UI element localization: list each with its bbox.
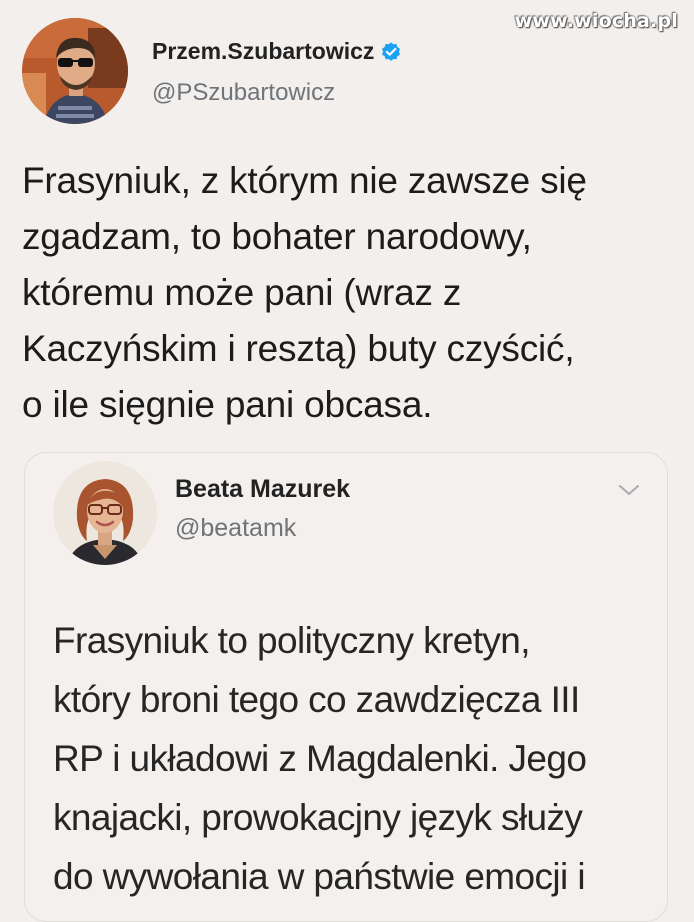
- quoted-tweet-body-text: Frasyniuk to polityczny kretyn, który br…: [53, 620, 587, 897]
- quoted-author-handle[interactable]: @beatamk: [175, 514, 350, 543]
- quoted-author-info: Beata Mazurek @beatamk: [175, 475, 350, 543]
- author-handle[interactable]: @PSzubartowicz: [152, 79, 402, 107]
- chevron-down-icon[interactable]: [617, 483, 641, 497]
- author-info: Przem.Szubartowicz @PSzubartowicz: [152, 38, 402, 107]
- tweet-body-text: Frasyniuk, z którym nie zawsze się zgadz…: [22, 160, 587, 425]
- quoted-author-avatar[interactable]: [53, 461, 157, 565]
- site-watermark: www.wiocha.pl: [514, 10, 678, 32]
- verified-badge-icon: [380, 41, 402, 63]
- avatar[interactable]: [22, 18, 128, 124]
- quoted-author-display-name[interactable]: Beata Mazurek: [175, 475, 350, 504]
- tweet-header: Przem.Szubartowicz @PSzubartowicz: [22, 18, 672, 128]
- quoted-tweet-card[interactable]: Beata Mazurek @beatamk Frasyniuk to poli…: [24, 452, 668, 922]
- author-display-name[interactable]: Przem.Szubartowicz: [152, 38, 374, 65]
